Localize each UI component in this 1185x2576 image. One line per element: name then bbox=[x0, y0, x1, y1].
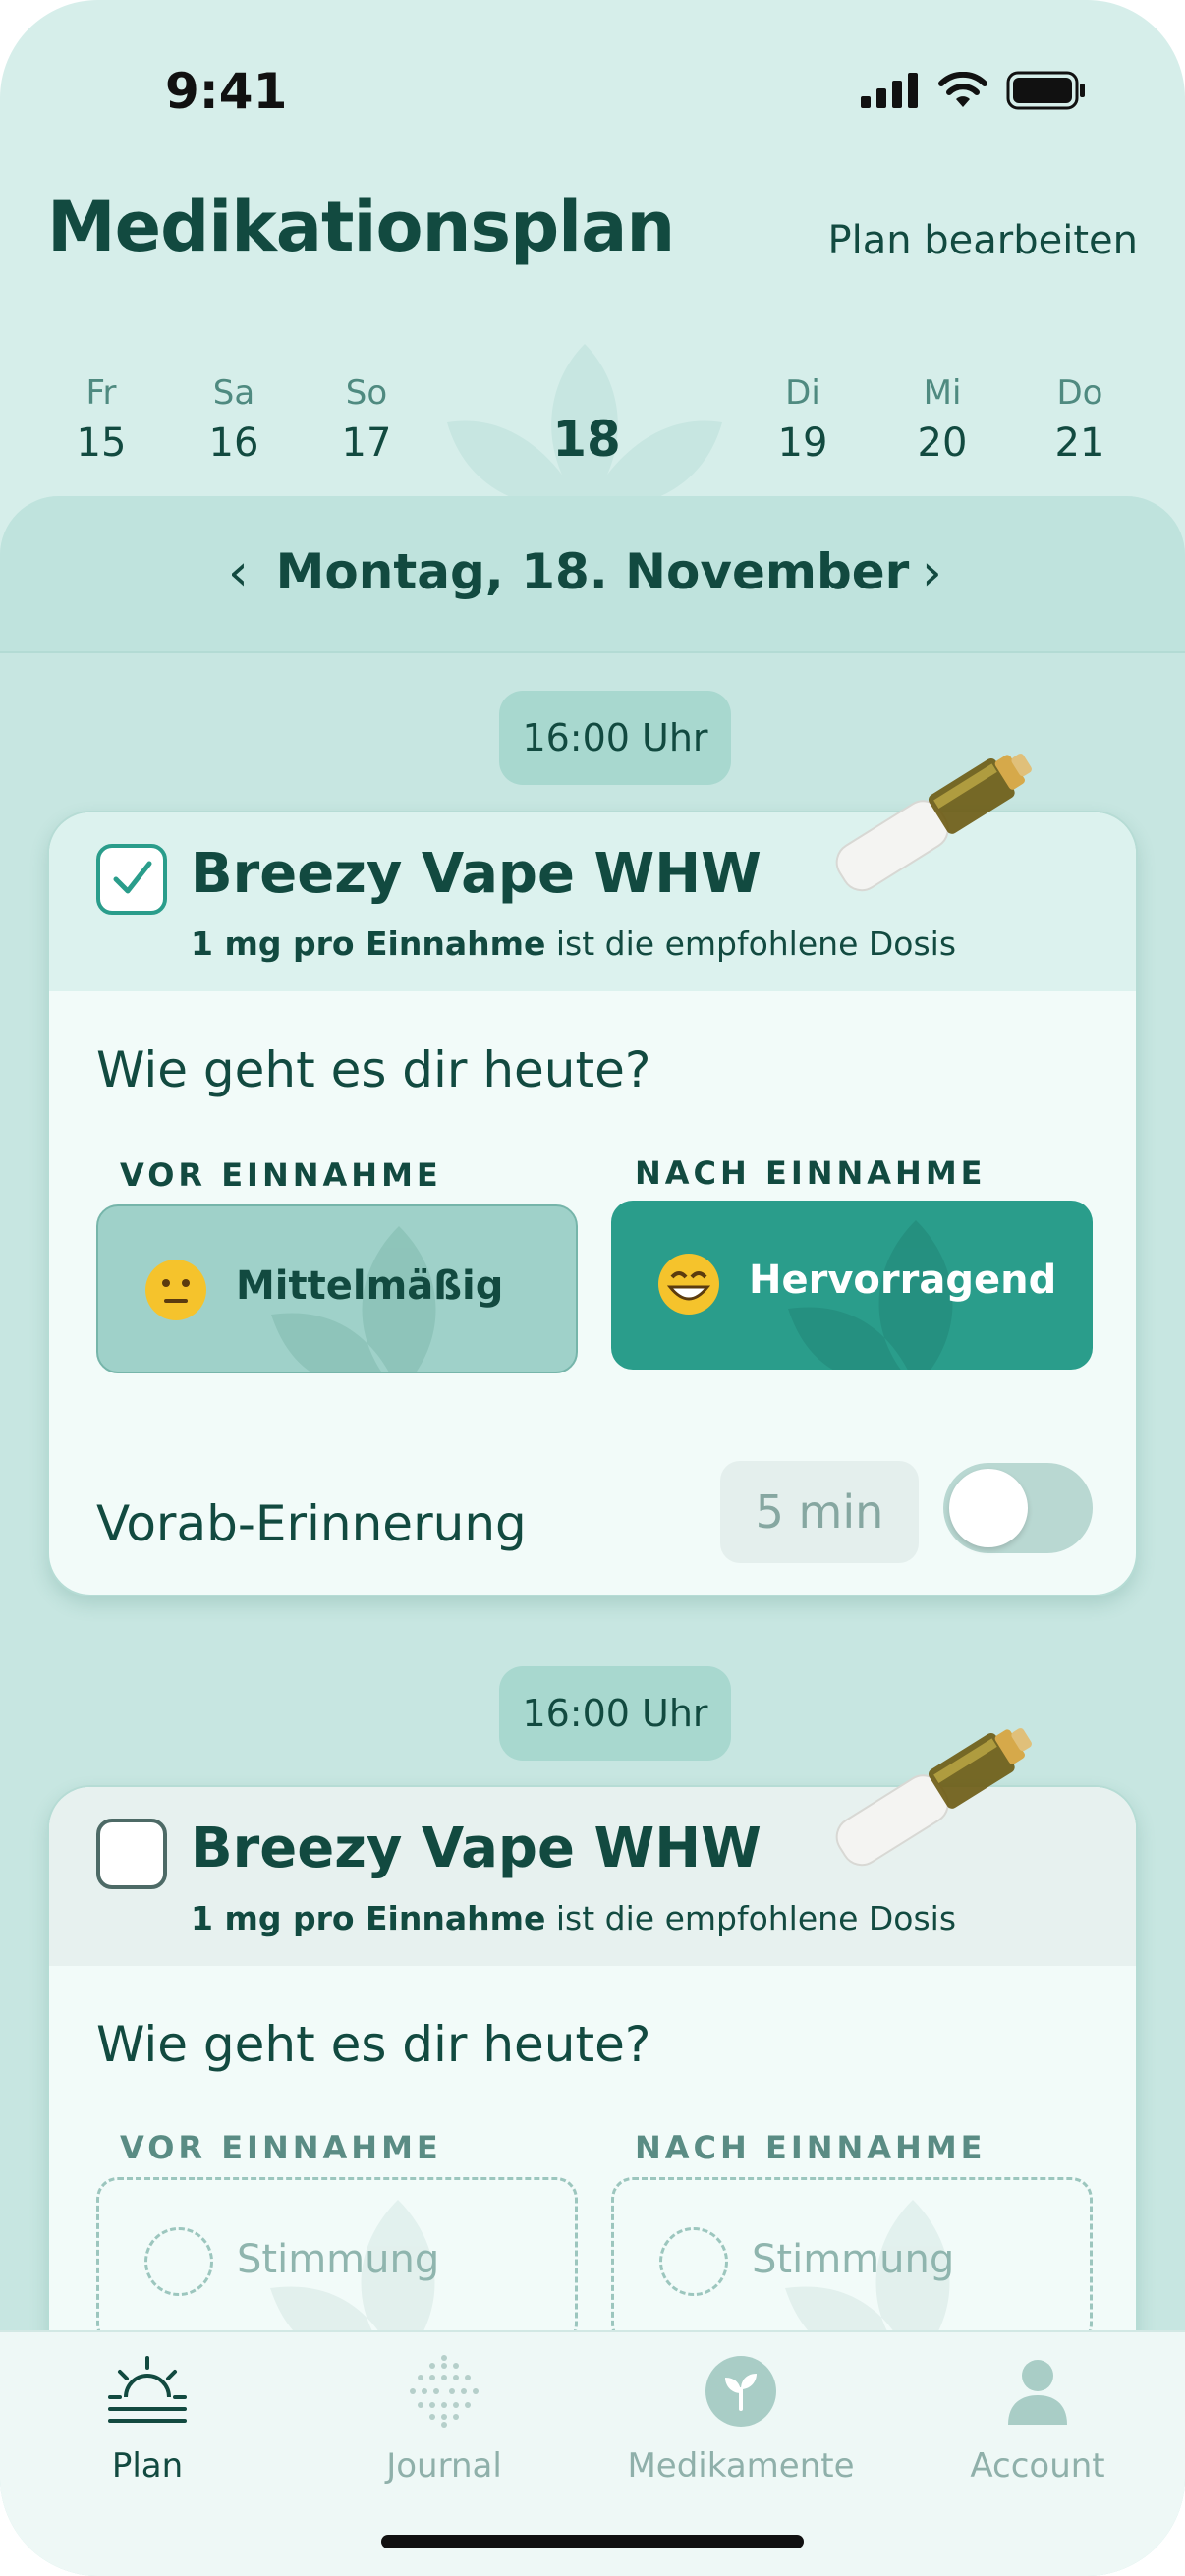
mood-question: Wie geht es dir heute? bbox=[96, 2016, 651, 2073]
date-navigation: ‹ Montag, 18. November › bbox=[0, 496, 1185, 653]
mood-before-label: Mittelmäßig bbox=[236, 1263, 504, 1309]
day-name: Sa bbox=[212, 373, 255, 413]
signal-icon bbox=[861, 73, 918, 108]
after-label: NACH EINNAHME bbox=[635, 2129, 987, 2166]
day-mi[interactable]: Mi 20 bbox=[883, 373, 1001, 466]
reminder-time[interactable]: 5 min bbox=[720, 1461, 919, 1563]
mood-after-label: Hervorragend bbox=[749, 1258, 1057, 1303]
neutral-face-icon bbox=[145, 1260, 206, 1320]
dose-info: 1 mg pro Einnahme ist die empfohlene Dos… bbox=[191, 1899, 956, 1937]
time-chip: 16:00 Uhr bbox=[499, 1666, 731, 1761]
day-so[interactable]: So 17 bbox=[308, 373, 425, 466]
wifi-icon bbox=[938, 72, 988, 107]
dose-card: Breezy Vape WHW 1 mg pro Einnahme ist di… bbox=[47, 811, 1138, 1596]
vape-cartridge-image bbox=[835, 1728, 1032, 1867]
grinning-face-icon bbox=[658, 1254, 719, 1315]
day-fr[interactable]: Fr 15 bbox=[42, 373, 160, 466]
day-number: 16 bbox=[208, 420, 259, 466]
dose-note: ist die empfohlene Dosis bbox=[545, 1899, 957, 1937]
battery-icon bbox=[1006, 71, 1085, 110]
taken-checkbox[interactable] bbox=[96, 1819, 167, 1889]
dose-note: ist die empfohlene Dosis bbox=[545, 924, 957, 963]
dose-amount: 1 mg pro Einnahme bbox=[191, 1899, 546, 1937]
medication-name: Breezy Vape WHW bbox=[191, 1817, 762, 1880]
mood-after-button[interactable]: Stimmung bbox=[611, 2177, 1093, 2346]
edit-plan-link[interactable]: Plan bearbeiten bbox=[827, 218, 1138, 263]
sunrise-icon bbox=[108, 2356, 187, 2423]
reminder-toggle[interactable] bbox=[943, 1463, 1093, 1553]
day-number: 19 bbox=[777, 420, 828, 466]
home-indicator bbox=[381, 2535, 804, 2548]
mood-question: Wie geht es dir heute? bbox=[96, 1041, 651, 1098]
before-label: VOR EINNAHME bbox=[120, 1156, 442, 1194]
tab-label: Plan bbox=[111, 2446, 184, 2486]
dose-amount: 1 mg pro Einnahme bbox=[191, 924, 546, 963]
day-name: Di bbox=[785, 373, 820, 413]
taken-checkbox[interactable] bbox=[96, 844, 167, 915]
dots-icon bbox=[410, 2355, 479, 2428]
checkmark-icon bbox=[113, 861, 152, 894]
day-selected[interactable]: 18 bbox=[528, 373, 646, 468]
day-name: Fr bbox=[85, 373, 117, 413]
mood-before-button[interactable]: Mittelmäßig bbox=[96, 1204, 578, 1373]
next-day-button[interactable]: › bbox=[922, 543, 942, 602]
empty-mood-icon bbox=[659, 2227, 728, 2296]
day-number: 18 bbox=[552, 411, 621, 468]
day-name: Mi bbox=[923, 373, 962, 413]
reminder-label: Vorab-Erinnerung bbox=[96, 1495, 527, 1552]
status-time: 9:41 bbox=[165, 63, 288, 120]
page-title: Medikationsplan bbox=[47, 187, 675, 267]
empty-mood-icon bbox=[144, 2227, 213, 2296]
day-do[interactable]: Do 21 bbox=[1021, 373, 1139, 466]
day-name: Do bbox=[1056, 373, 1103, 413]
dose-info: 1 mg pro Einnahme ist die empfohlene Dos… bbox=[191, 924, 956, 963]
week-strip: Fr 15 Sa 16 So 17 18 Di 19 Mi 20 Do 21 bbox=[0, 373, 1185, 501]
time-chip: 16:00 Uhr bbox=[499, 691, 731, 785]
sprout-icon bbox=[705, 2356, 776, 2427]
mood-placeholder: Stimmung bbox=[752, 2237, 955, 2282]
day-di[interactable]: Di 19 bbox=[744, 373, 862, 466]
before-label: VOR EINNAHME bbox=[120, 2129, 442, 2166]
person-icon bbox=[1008, 2360, 1067, 2425]
day-number: 17 bbox=[341, 420, 392, 466]
mood-placeholder: Stimmung bbox=[237, 2237, 440, 2282]
toggle-knob bbox=[949, 1469, 1028, 1547]
date-label: Montag, 18. November bbox=[275, 543, 910, 600]
day-sa[interactable]: Sa 16 bbox=[175, 373, 293, 466]
after-label: NACH EINNAHME bbox=[635, 1154, 987, 1192]
medication-name: Breezy Vape WHW bbox=[191, 842, 762, 906]
status-icons bbox=[861, 71, 1087, 110]
mood-before-button[interactable]: Stimmung bbox=[96, 2177, 578, 2346]
app-screen: 9:41 Medikationsplan Plan bearbeiten Fr bbox=[0, 0, 1185, 2576]
mood-after-button[interactable]: Hervorragend bbox=[611, 1201, 1093, 1370]
tab-label: Account bbox=[970, 2446, 1105, 2486]
tab-label: Journal bbox=[386, 2446, 502, 2486]
day-number: 21 bbox=[1054, 420, 1105, 466]
day-number: 15 bbox=[76, 420, 127, 466]
day-name: So bbox=[345, 373, 388, 413]
day-number: 20 bbox=[917, 420, 968, 466]
tab-label: Medikamente bbox=[627, 2446, 855, 2486]
vape-cartridge-image bbox=[835, 754, 1032, 892]
